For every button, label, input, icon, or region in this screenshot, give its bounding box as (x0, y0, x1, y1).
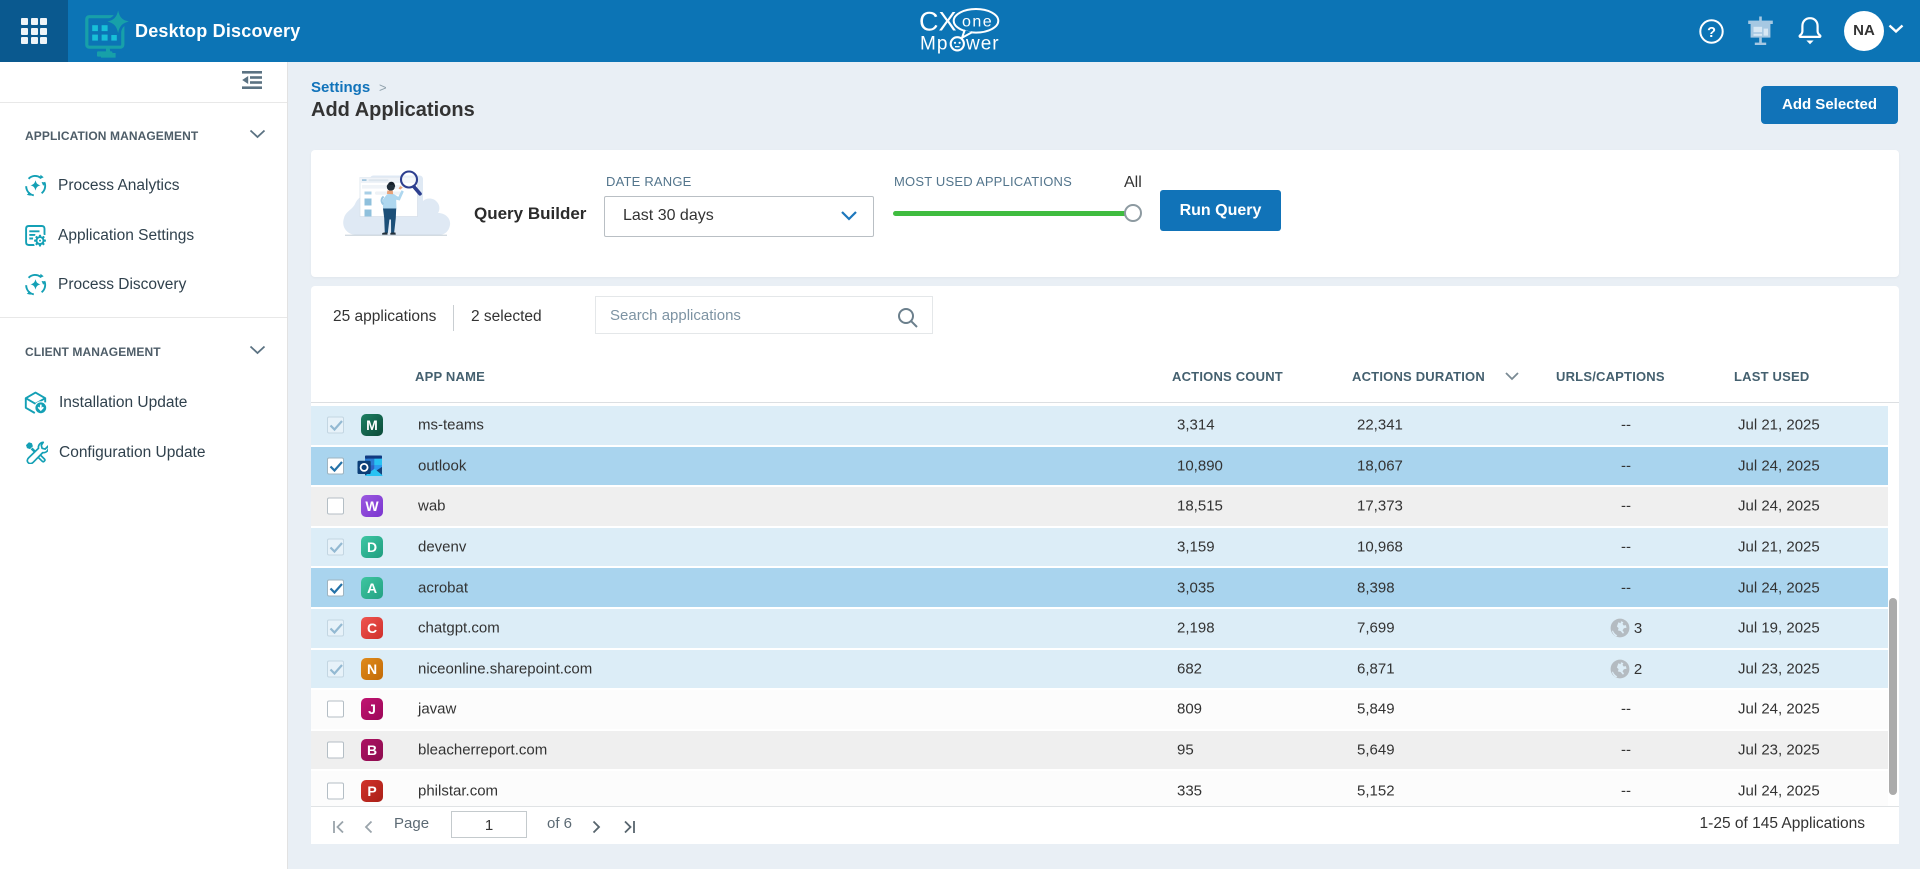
svg-text:wer: wer (965, 34, 1000, 55)
svg-text:Mp: Mp (920, 34, 948, 55)
svg-text:?: ? (1707, 25, 1716, 41)
svg-text:CX: CX (919, 7, 957, 37)
svg-text:one: one (962, 14, 993, 31)
